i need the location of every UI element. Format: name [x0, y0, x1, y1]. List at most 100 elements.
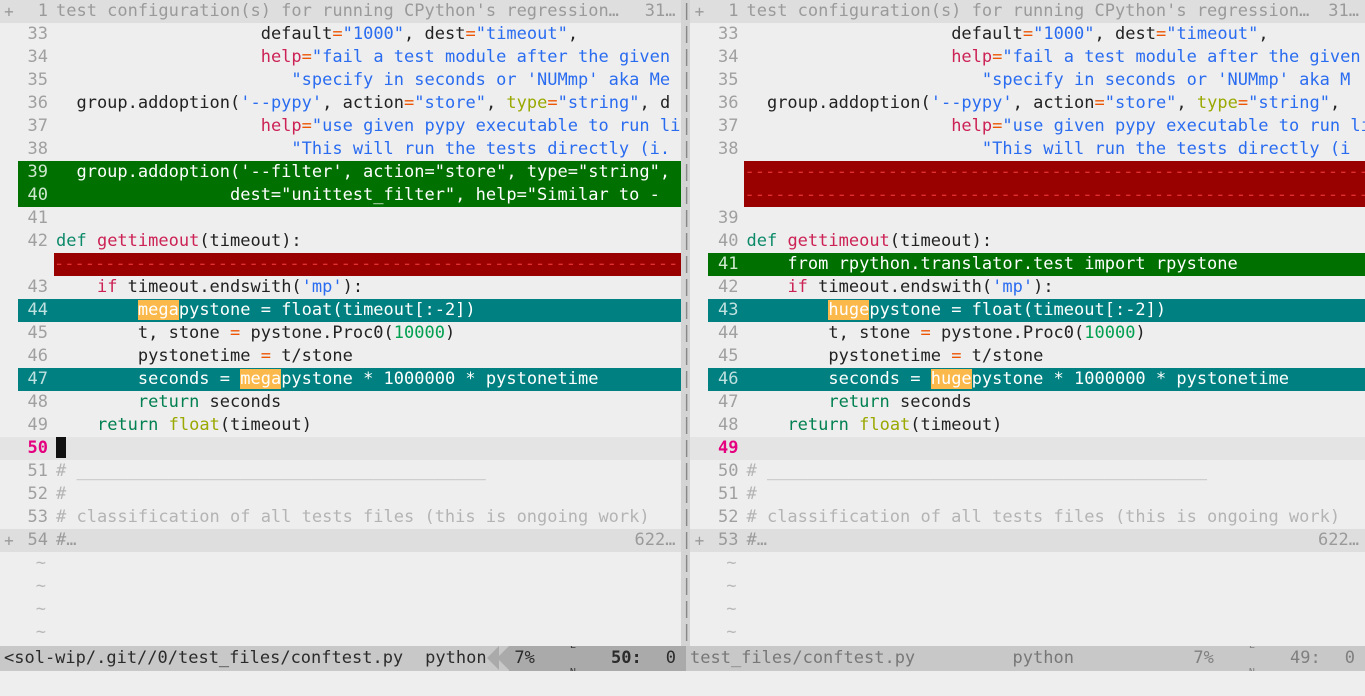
status-line-right[interactable]: test_files/conftest.py python 7% L N 49:…: [686, 640, 1365, 677]
fold-marker-icon[interactable]: +: [0, 0, 18, 23]
vertical-split-bar[interactable]: | | | | | | | | | | | | | | | | | | | | | | | | | | | |: [681, 0, 691, 646]
left-pane-tildes: ~ ~ ~ ~: [0, 552, 681, 644]
code-token: type: [1196, 93, 1238, 113]
code-line[interactable]: ----------------------------------------…: [690, 184, 1365, 207]
fold-line[interactable]: +54 #… 622…: [0, 529, 682, 552]
line-number: 36: [718, 93, 739, 113]
code-line[interactable]: 33 default="1000", dest="timeout",: [690, 23, 1365, 46]
code-line[interactable]: 50: [0, 437, 682, 460]
fold-count: 31…: [644, 1, 676, 21]
fold-column: [0, 23, 18, 46]
fold-marker-icon[interactable]: +: [0, 529, 18, 552]
code-line[interactable]: 51 # ____________________________________…: [0, 460, 681, 483]
code-line[interactable]: 41 from rpython.translator.test import r…: [690, 253, 1365, 276]
vim-diff-window: +1 test configuration(s) for running CPyt…: [0, 0, 1365, 694]
line-text: "This will run the tests directly (i.: [54, 138, 681, 161]
code-token: gettimeout: [787, 231, 890, 251]
fold-summary: #…: [56, 530, 77, 550]
line-text: group.addoption('--pypy', action="store"…: [744, 92, 1365, 115]
code-line[interactable]: 47 seconds = megapystone * 1000000 * pys…: [0, 368, 682, 391]
code-line[interactable]: 37 help="use given pypy executable to ru…: [690, 115, 1365, 138]
code-token: t, stone: [746, 323, 921, 343]
code-token: "This will run the tests directly (i: [981, 139, 1351, 159]
line-text: # classification of all tests files (thi…: [54, 506, 681, 529]
line-number: 43: [718, 300, 739, 320]
code-line[interactable]: 39 group.addoption('--filter', action="s…: [0, 161, 682, 184]
left-pane-lines[interactable]: +1 test configuration(s) for running CPyt…: [0, 0, 682, 552]
code-line[interactable]: 36 group.addoption('--pypy', action="sto…: [690, 92, 1365, 115]
code-line[interactable]: 49 return float(timeout): [0, 414, 681, 437]
code-line[interactable]: 40 dest="unittest_filter", help="Similar…: [0, 184, 682, 207]
code-line[interactable]: ----------------------------------------…: [690, 161, 1365, 184]
code-token: seconds: [199, 392, 282, 412]
code-token: seconds =: [746, 369, 931, 389]
fold-line[interactable]: +53 #… 622…: [690, 529, 1365, 552]
line-number: 46: [27, 346, 48, 366]
empty-line-marker-row: ~: [0, 598, 681, 621]
status-line-left[interactable]: <sol-wip/.git//0/test_files/conftest.py …: [0, 640, 686, 677]
code-token: default: [951, 24, 1023, 44]
split-bar-cell: |: [681, 599, 691, 619]
code-line[interactable]: 45 t, stone = pystone.Proc0(10000): [0, 322, 681, 345]
code-line[interactable]: 45 pystonetime = t/stone: [690, 345, 1365, 368]
status-right-percent: 7%: [1193, 648, 1214, 668]
code-line[interactable]: 37 help="use given pypy executable to ru…: [0, 115, 682, 138]
line-text: pystonetime = t/stone: [744, 345, 1365, 368]
line-text: pystonetime = t/stone: [54, 345, 681, 368]
fold-column: [690, 138, 708, 161]
code-line[interactable]: 41: [0, 207, 681, 230]
code-line[interactable]: 49: [690, 437, 1365, 460]
code-line[interactable]: 42 if timeout.endswith('mp'):: [690, 276, 1365, 299]
code-line[interactable]: 53 # classification of all tests files (t…: [0, 506, 681, 529]
code-line[interactable]: 44 t, stone = pystone.Proc0(10000): [690, 322, 1365, 345]
code-line[interactable]: 48 return seconds: [0, 391, 681, 414]
fold-line[interactable]: +1 test configuration(s) for running CPyt…: [0, 0, 682, 23]
fold-column: [690, 437, 708, 460]
code-line[interactable]: 38 "This will run the tests directly (i.: [0, 138, 681, 161]
line-number: 39: [27, 162, 48, 182]
code-line[interactable]: 34 help="fail a test module after the gi…: [690, 46, 1365, 69]
code-line[interactable]: 43 if timeout.endswith('mp'):: [0, 276, 681, 299]
code-line[interactable]: 50 # ____________________________________…: [690, 460, 1365, 483]
right-pane-lines[interactable]: +1 test configuration(s) for running CPyt…: [690, 0, 1365, 552]
code-line[interactable]: 33 default="1000", dest="timeout",: [0, 23, 681, 46]
fold-line[interactable]: +1 test configuration(s) for running CPyt…: [690, 0, 1365, 23]
fold-column: [690, 46, 708, 69]
code-token: type: [506, 93, 548, 113]
code-line[interactable]: 44 megapystone = float(timeout[:-2]): [0, 299, 682, 322]
code-line[interactable]: 42 def gettimeout(timeout):: [0, 230, 681, 253]
code-line[interactable]: 52 # classification of all tests files (t…: [690, 506, 1365, 529]
code-line[interactable]: 35 "specify in seconds or 'NUMmp' aka M: [690, 69, 1365, 92]
diff-pane-left[interactable]: +1 test configuration(s) for running CPyt…: [0, 0, 682, 646]
code-line[interactable]: 36 group.addoption('--pypy', action="sto…: [0, 92, 681, 115]
code-line[interactable]: 43 hugepystone = float(timeout[:-2]): [690, 299, 1365, 322]
fold-column: [690, 92, 708, 115]
code-token: seconds =: [56, 369, 241, 389]
code-line[interactable]: 52 #: [0, 483, 681, 506]
code-line[interactable]: 46 seconds = hugepystone * 1000000 * pys…: [690, 368, 1365, 391]
code-line[interactable]: 38 "This will run the tests directly (i: [690, 138, 1365, 161]
code-token: =: [404, 93, 415, 113]
diff-pane-right[interactable]: +1 test configuration(s) for running CPyt…: [690, 0, 1365, 646]
deleted-line-filler: ----------------------------------------…: [744, 184, 1365, 207]
code-line[interactable]: 39: [690, 207, 1365, 230]
command-line-area[interactable]: [0, 671, 1365, 694]
fold-marker-icon[interactable]: +: [690, 529, 708, 552]
code-line[interactable]: 35 "specify in seconds or 'NUMmp' aka Me: [0, 69, 681, 92]
code-token: =: [1022, 24, 1034, 44]
code-line[interactable]: 40 def gettimeout(timeout):: [690, 230, 1365, 253]
code-line[interactable]: 46 pystonetime = t/stone: [0, 345, 681, 368]
code-line[interactable]: 47 return seconds: [690, 391, 1365, 414]
code-token: group.addoption('--filter', action="stor…: [56, 162, 671, 182]
code-token: ):: [342, 277, 364, 297]
code-line[interactable]: 34 help="fail a test module after the gi…: [0, 46, 682, 69]
fold-count: 31…: [1328, 1, 1359, 21]
code-line[interactable]: 48 return float(timeout): [690, 414, 1365, 437]
code-line[interactable]: 51 #: [690, 483, 1365, 506]
split-bar-cell: |: [681, 576, 691, 596]
code-line[interactable]: ----------------------------------------…: [0, 253, 682, 276]
fold-marker-icon[interactable]: +: [690, 0, 708, 23]
